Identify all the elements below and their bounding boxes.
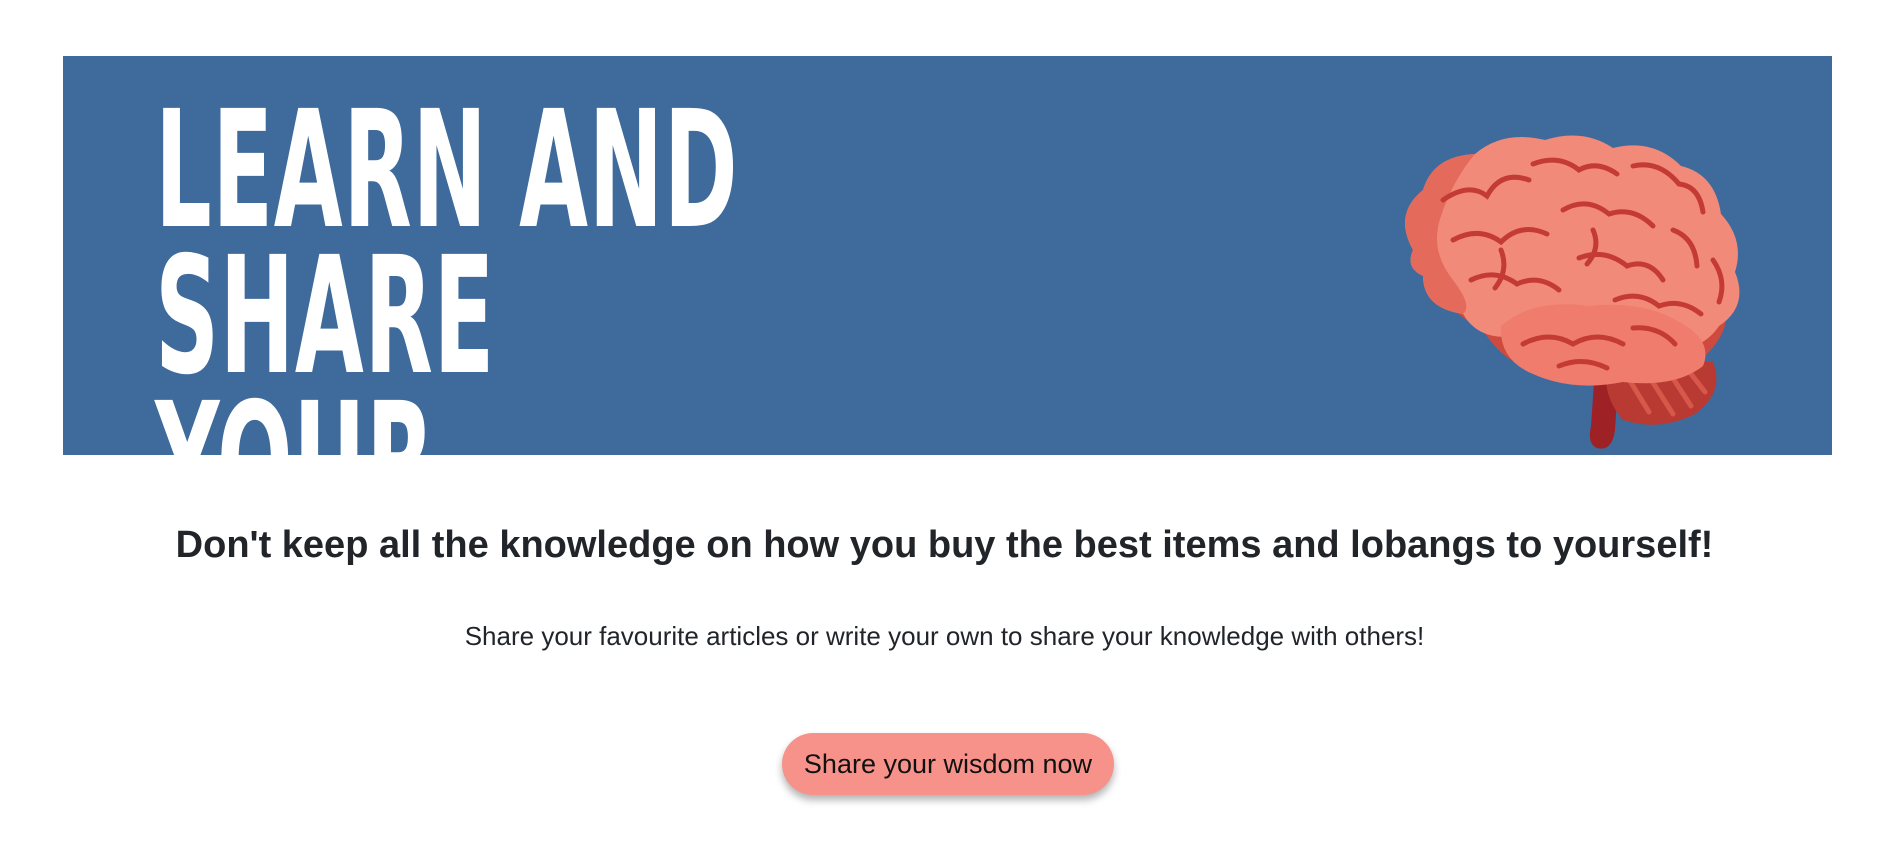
brain-icon — [1405, 135, 1740, 449]
page: LEARN AND SHARE YOUR WISDOM! — [0, 0, 1889, 843]
share-wisdom-button[interactable]: Share your wisdom now — [782, 733, 1114, 795]
headline: Don't keep all the knowledge on how you … — [175, 524, 1714, 566]
subtext: Share your favourite articles or write y… — [464, 621, 1425, 651]
hero-banner: LEARN AND SHARE YOUR WISDOM! — [63, 56, 1832, 455]
hero-title: LEARN AND SHARE YOUR WISDOM! — [155, 77, 739, 455]
